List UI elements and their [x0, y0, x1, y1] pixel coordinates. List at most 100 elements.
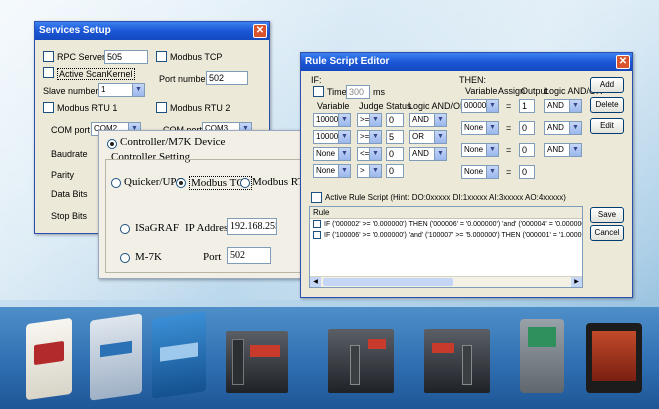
controller-image [328, 329, 394, 393]
then-variable-select[interactable]: None ▼ [461, 143, 499, 157]
scroll-left-icon[interactable]: ◀ [310, 277, 321, 287]
rtu2-label: Modbus RTU 2 [170, 103, 231, 113]
if-judge-select-value: >= [360, 115, 370, 124]
controller-window: Controller/M7K Device Controller Setting… [98, 130, 312, 279]
chevron-down-icon: ▼ [569, 122, 581, 134]
if-judge-select[interactable]: > ▼ [357, 164, 382, 178]
active-scan-checkbox[interactable] [43, 67, 54, 78]
scroll-right-icon[interactable]: ▶ [571, 277, 582, 287]
then-output-input[interactable]: 1 [519, 99, 535, 113]
quicker-radio[interactable] [111, 178, 121, 188]
if-status-input[interactable]: 0 [386, 113, 404, 127]
then-variable-select[interactable]: 000001 ▼ [461, 99, 499, 113]
port-label: Port [203, 251, 222, 263]
then-variable-select-value: None [464, 123, 484, 132]
then-output-input[interactable]: 0 [519, 165, 535, 179]
active-rule-checkbox[interactable] [311, 192, 322, 203]
rtu2-checkbox[interactable] [156, 102, 167, 113]
list-item[interactable]: IF ('100006' >= '0.000000') 'and' ('1000… [310, 230, 582, 241]
modbus-rtu-radio[interactable] [240, 178, 250, 188]
controller-image [424, 329, 490, 393]
rule-title-bar: Rule Script Editor ✕ [301, 53, 632, 71]
list-item[interactable]: IF ('000002' >= '0.000000') THEN ('00000… [310, 219, 582, 230]
io-module-image [90, 313, 142, 401]
rtu1-checkbox[interactable] [43, 102, 54, 113]
com-port-label: COM port [51, 125, 91, 135]
then-output-input[interactable]: 0 [519, 143, 535, 157]
then-variable-select-value: None [464, 145, 484, 154]
if-status-input[interactable]: 0 [386, 147, 404, 161]
rule-list-header[interactable]: Rule [310, 207, 582, 219]
scroll-thumb[interactable] [323, 278, 453, 286]
if-variable-select[interactable]: None ▼ [313, 147, 351, 161]
then-assign-sign: = [506, 123, 512, 133]
timer-unit: ms [373, 87, 385, 97]
if-logic-select[interactable]: AND ▼ [409, 113, 447, 127]
then-logic-select-value: AND [547, 145, 564, 154]
touch-panel-image [586, 323, 642, 393]
then-assign-sign: = [506, 167, 512, 177]
rule-item-checkbox[interactable] [313, 231, 321, 239]
chevron-down-icon: ▼ [486, 122, 498, 134]
then-logic-select[interactable]: AND ▼ [544, 99, 582, 113]
if-status-input[interactable]: 5 [386, 130, 404, 144]
add-button[interactable]: Add [590, 77, 624, 93]
m7k-radio[interactable] [120, 253, 130, 263]
save-button[interactable]: Save [590, 207, 624, 223]
modbus-tcp-radio[interactable] [176, 178, 186, 188]
col-judge: Judge [359, 101, 384, 111]
slave-number-select[interactable]: 1 ▼ [98, 83, 145, 97]
then-variable-select[interactable]: None ▼ [461, 165, 499, 179]
io-module-image [520, 319, 564, 393]
rpc-input[interactable]: 505 [104, 50, 148, 64]
rule-item-checkbox[interactable] [313, 220, 321, 228]
chevron-down-icon: ▼ [486, 100, 498, 112]
if-variable-select[interactable]: None ▼ [313, 164, 351, 178]
if-logic-select[interactable]: AND ▼ [409, 147, 447, 161]
port-number-input[interactable]: 502 [206, 71, 248, 85]
modbus-tcp-checkbox[interactable] [156, 51, 167, 62]
if-logic-select-value: AND [412, 149, 429, 158]
cancel-button[interactable]: Cancel [590, 225, 624, 241]
if-variable-select[interactable]: 100006 ▼ [313, 113, 351, 127]
if-judge-select[interactable]: >= ▼ [357, 130, 382, 144]
chevron-down-icon: ▼ [338, 148, 350, 160]
then-output-input[interactable]: 0 [519, 121, 535, 135]
if-judge-select[interactable]: <= ▼ [357, 147, 382, 161]
edit-button[interactable]: Edit [590, 118, 624, 134]
ip-input[interactable]: 192.168.255.1 [227, 218, 277, 235]
then-variable-select[interactable]: None ▼ [461, 121, 499, 135]
close-icon[interactable]: ✕ [616, 55, 630, 69]
io-module-image [26, 317, 72, 401]
rule-editor-window: Rule Script Editor ✕ IF: Timer 300 ms Va… [300, 52, 633, 298]
services-title-bar: Services Setup ✕ [35, 22, 269, 40]
rule-header-label: Rule [313, 208, 330, 217]
timer-checkbox[interactable] [313, 86, 324, 97]
if-variable-select[interactable]: 100007 ▼ [313, 130, 351, 144]
if-logic-select[interactable]: OR ▼ [409, 130, 447, 144]
baudrate-label: Baudrate [51, 149, 88, 159]
if-status-input[interactable]: 0 [386, 164, 404, 178]
if-logic-select-value: AND [412, 115, 429, 124]
if-judge-select-value: <= [360, 149, 370, 158]
isagraf-radio[interactable] [120, 224, 130, 234]
horizontal-scrollbar[interactable]: ◀ ▶ [310, 276, 582, 287]
delete-button[interactable]: Delete [590, 97, 624, 113]
then-logic-select[interactable]: AND ▼ [544, 143, 582, 157]
chevron-down-icon: ▼ [569, 100, 581, 112]
then-logic-select[interactable]: AND ▼ [544, 121, 582, 135]
rpc-label: RPC Server [57, 52, 106, 62]
product-strip [0, 307, 659, 409]
timer-input[interactable]: 300 [346, 85, 370, 99]
slave-number-value: 1 [101, 85, 106, 94]
chevron-down-icon: ▼ [338, 131, 350, 143]
device-radio[interactable] [107, 139, 117, 149]
rpc-checkbox[interactable] [43, 51, 54, 62]
port-input[interactable]: 502 [227, 247, 271, 264]
if-judge-select[interactable]: >= ▼ [357, 113, 382, 127]
rule-list[interactable]: Rule IF ('000002' >= '0.000000') THEN ('… [309, 206, 583, 288]
chevron-down-icon: ▼ [338, 114, 350, 126]
stopbits-label: Stop Bits [51, 211, 88, 221]
close-icon[interactable]: ✕ [253, 24, 267, 38]
parity-label: Parity [51, 170, 75, 180]
